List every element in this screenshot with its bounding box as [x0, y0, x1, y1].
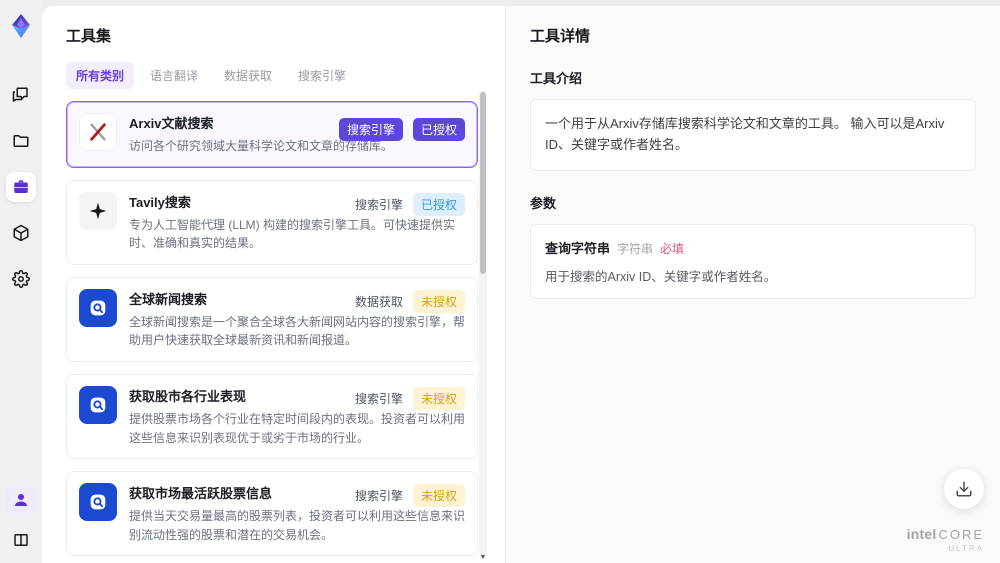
user-avatar-icon[interactable] — [6, 485, 36, 515]
auth-badge: 已授权 — [412, 118, 465, 141]
tool-card-global-news[interactable]: 全球新闻搜索 全球新闻搜索是一个聚合全球各大新闻网站内容的搜索引擎，帮助用户快速… — [66, 276, 478, 362]
scrollbar-down-arrow[interactable]: ▼ — [479, 554, 487, 561]
category-badge: 搜索引擎 — [338, 118, 403, 141]
tool-desc: 提供股票市场各个行业在特定时间段内的表现。投资者可以利用这些信息来识别表现优于或… — [129, 411, 466, 445]
blue-search-icon — [79, 385, 117, 424]
category-label: 数据获取 — [354, 294, 403, 309]
params-heading: 参数 — [530, 195, 557, 211]
parameter-item: 查询字符串 字符串 必填 用于搜索的Arxiv ID、关键字或作者姓名。 — [530, 223, 976, 299]
intro-box: 一个用于从Arxiv存储库搜索科学论文和文章的工具。 输入可以是Arxiv ID… — [530, 99, 976, 171]
auth-badge: 未授权 — [412, 484, 465, 508]
details-title: 工具详情 — [530, 28, 591, 45]
tool-card-arxiv[interactable]: Arxiv文献搜索 访问各个研究领域大量科学论文和文章的存储库。 搜索引擎 已授… — [66, 101, 478, 168]
scrollbar-thumb[interactable] — [480, 92, 486, 274]
tool-card-sector-performance[interactable]: 获取股市各行业表现 提供股票市场各个行业在特定时间段内的表现。投资者可以利用这些… — [66, 373, 478, 460]
arxiv-icon — [79, 113, 117, 151]
category-label: 搜索引擎 — [354, 391, 403, 406]
gear-icon[interactable] — [6, 264, 36, 294]
tool-desc: 全球新闻搜索是一个聚合全球各大新闻网站内容的搜索引擎，帮助用户快速获取全球最新资… — [129, 314, 466, 348]
category-tabs: 所有类别 语言翻译 数据获取 搜索引擎 — [66, 62, 478, 89]
tool-card-most-active-stocks[interactable]: 获取市场最活跃股票信息 提供当天交易量最高的股票列表，投资者可以利用这些信息来识… — [66, 471, 478, 557]
tool-card-tavily[interactable]: Tavily搜索 专为人工智能代理 (LLM) 构建的搜索引擎工具。可快速提供实… — [66, 179, 478, 265]
blue-search-icon — [79, 288, 117, 327]
tab-search-engine[interactable]: 搜索引擎 — [288, 62, 356, 89]
tool-details-panel: 工具详情 工具介绍 一个用于从Arxiv存储库搜索科学论文和文章的工具。 输入可… — [505, 6, 1000, 563]
left-rail — [0, 0, 42, 563]
tab-all-categories[interactable]: 所有类别 — [66, 62, 135, 89]
download-button[interactable] — [944, 469, 984, 509]
app-logo-icon — [6, 11, 36, 41]
tab-data-retrieval[interactable]: 数据获取 — [214, 62, 282, 89]
tool-desc: 专为人工智能代理 (LLM) 构建的搜索引擎工具。可快速提供实时、准确和真实的结… — [129, 217, 456, 251]
tab-language-translation[interactable]: 语言翻译 — [140, 62, 208, 89]
sparkle-icon — [79, 191, 117, 230]
list-scrollbar[interactable]: ▼ — [479, 90, 487, 561]
chat-icon[interactable] — [6, 80, 36, 110]
tool-card-list: Arxiv文献搜索 访问各个研究领域大量科学论文和文章的存储库。 搜索引擎 已授… — [66, 101, 478, 563]
intro-heading: 工具介绍 — [530, 71, 583, 86]
category-label: 搜索引擎 — [354, 197, 403, 212]
param-name: 查询字符串 — [545, 240, 611, 256]
auth-badge: 未授权 — [412, 289, 465, 313]
tool-desc: 提供当天交易量最高的股票列表，投资者可以利用这些信息来识别流动性强的股票和潜在的… — [129, 509, 466, 542]
cube-icon[interactable] — [6, 218, 36, 248]
param-type: 字符串 — [617, 241, 654, 256]
panel-toggle-icon[interactable] — [6, 525, 36, 555]
intel-core-logo: intel CORE ULTRA — [906, 526, 984, 553]
page-title: 工具集 — [66, 28, 112, 45]
category-label: 搜索引擎 — [354, 489, 403, 504]
param-required-badge: 必填 — [660, 241, 685, 256]
auth-badge: 未授权 — [412, 386, 465, 410]
auth-badge: 已授权 — [412, 192, 465, 216]
param-desc: 用于搜索的Arxiv ID、关键字或作者姓名。 — [545, 269, 777, 284]
toolbox-icon-active[interactable] — [6, 172, 36, 202]
blue-search-icon — [79, 483, 117, 522]
folder-icon[interactable] — [6, 126, 36, 156]
main-surface: 工具集 所有类别 语言翻译 数据获取 搜索引擎 Arxiv文献搜索 访问各个研究… — [42, 6, 1000, 563]
toolset-panel: 工具集 所有类别 语言翻译 数据获取 搜索引擎 Arxiv文献搜索 访问各个研究… — [42, 6, 505, 563]
